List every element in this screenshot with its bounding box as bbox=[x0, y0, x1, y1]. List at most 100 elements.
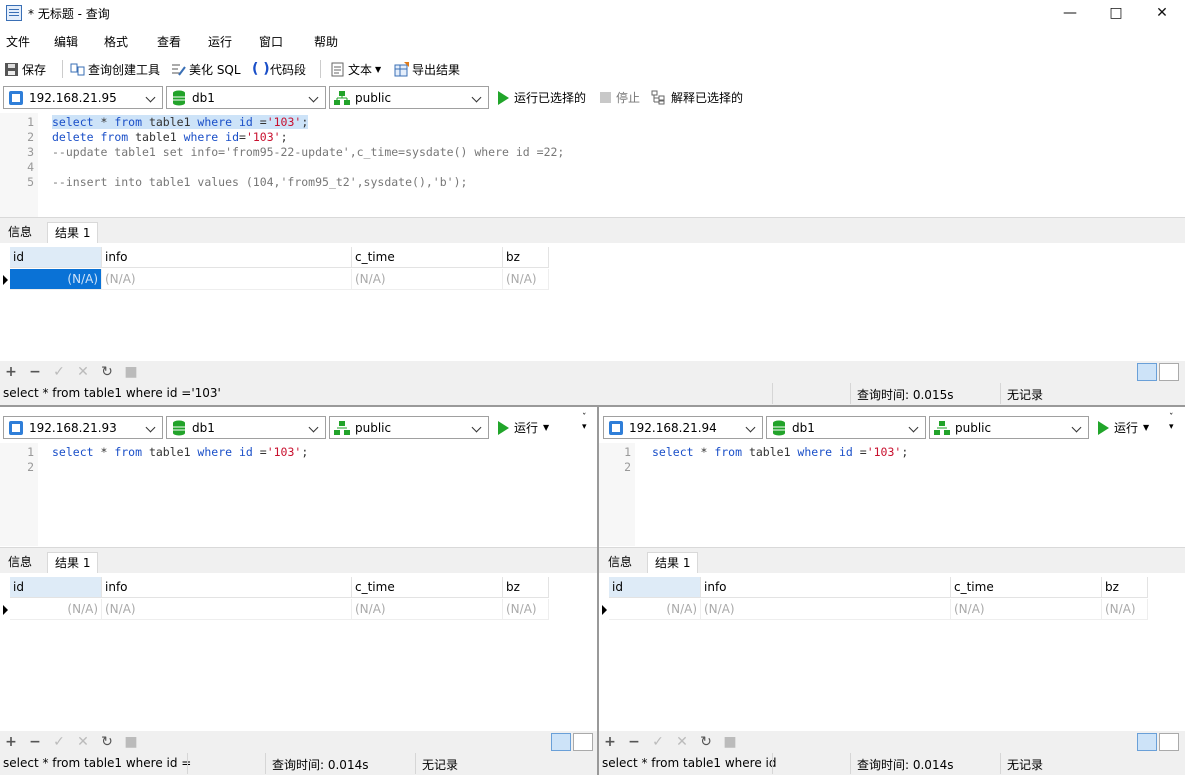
column-header-c-time[interactable]: c_time bbox=[352, 577, 503, 598]
apply-check-icon[interactable]: ✓ bbox=[52, 365, 66, 379]
split-divider-horizontal[interactable] bbox=[0, 405, 1185, 407]
delete-row-icon[interactable]: − bbox=[28, 365, 42, 379]
table-cell[interactable]: (N/A) bbox=[352, 269, 503, 290]
database-select[interactable]: db1 bbox=[166, 86, 326, 109]
grid-view-toggle[interactable] bbox=[1137, 733, 1157, 751]
menu-view[interactable]: 查看 bbox=[157, 33, 181, 50]
status-divider bbox=[850, 753, 851, 774]
overflow-chevron-icon[interactable]: ˇ ▾ bbox=[1169, 414, 1174, 432]
connection-select[interactable]: 192.168.21.93 bbox=[3, 416, 163, 439]
grid-view-toggle[interactable] bbox=[1137, 363, 1157, 381]
save-button[interactable]: 保存 bbox=[4, 60, 46, 78]
result-grid: id info c_time bz (N/A) (N/A) (N/A) (N/A… bbox=[0, 573, 597, 731]
schema-select[interactable]: public bbox=[329, 86, 489, 109]
schema-select[interactable]: public bbox=[929, 416, 1089, 439]
stop-icon[interactable]: ■ bbox=[124, 365, 138, 379]
table-cell[interactable]: (N/A) bbox=[701, 599, 951, 620]
refresh-icon[interactable]: ↻ bbox=[100, 735, 114, 749]
explain-selected-button[interactable]: 解释已选择的 bbox=[651, 86, 743, 109]
column-header-id[interactable]: id bbox=[609, 577, 701, 598]
result-grid: id info c_time bz (N/A) (N/A) (N/A) (N/A… bbox=[0, 243, 1185, 361]
table-cell[interactable]: (N/A) bbox=[352, 599, 503, 620]
overflow-chevron-icon[interactable]: ˇ ▾ bbox=[582, 414, 587, 432]
form-view-toggle[interactable] bbox=[1159, 733, 1179, 751]
close-button[interactable]: ✕ bbox=[1139, 0, 1185, 27]
sql-editor-right[interactable]: 1 2 select * from table1 where id ='103'… bbox=[599, 443, 1185, 546]
query-builder-button[interactable]: 查询创建工具 bbox=[70, 60, 160, 78]
server-icon bbox=[8, 90, 24, 106]
tab-result-1[interactable]: 结果 1 bbox=[47, 222, 99, 244]
delete-row-icon[interactable]: − bbox=[627, 735, 641, 749]
refresh-icon[interactable]: ↻ bbox=[100, 365, 114, 379]
status-bar: select * from table1 where id 查询时间: 0.01… bbox=[599, 753, 1185, 775]
database-name: db1 bbox=[192, 420, 215, 435]
table-cell[interactable]: (N/A) bbox=[10, 599, 102, 620]
menu-window[interactable]: 窗口 bbox=[259, 33, 283, 50]
delete-row-icon[interactable]: − bbox=[28, 735, 42, 749]
column-header-info[interactable]: info bbox=[102, 577, 352, 598]
status-sql: select * from table1 where id ='103' bbox=[3, 386, 221, 400]
discard-x-icon[interactable]: ✕ bbox=[76, 735, 90, 749]
tab-result-1[interactable]: 结果 1 bbox=[47, 552, 99, 574]
column-header-info[interactable]: info bbox=[102, 247, 352, 268]
run-selected-button[interactable]: 运行已选择的 bbox=[498, 86, 586, 109]
column-header-bz[interactable]: bz bbox=[1102, 577, 1148, 598]
menu-edit[interactable]: 编辑 bbox=[54, 33, 78, 50]
connection-select[interactable]: 192.168.21.94 bbox=[603, 416, 763, 439]
stop-icon[interactable]: ■ bbox=[723, 735, 737, 749]
refresh-icon[interactable]: ↻ bbox=[699, 735, 713, 749]
run-button[interactable]: 运行 ▼ bbox=[498, 416, 549, 439]
table-cell[interactable]: (N/A) bbox=[951, 599, 1102, 620]
text-mode-button[interactable]: 文本 ▼ bbox=[330, 60, 381, 78]
grid-view-toggle[interactable] bbox=[551, 733, 571, 751]
export-result-button[interactable]: 导出结果 bbox=[394, 60, 460, 78]
connection-select[interactable]: 192.168.21.95 bbox=[3, 86, 163, 109]
maximize-button[interactable]: □ bbox=[1093, 0, 1139, 27]
add-row-icon[interactable]: + bbox=[4, 365, 18, 379]
apply-check-icon[interactable]: ✓ bbox=[52, 735, 66, 749]
table-cell[interactable]: (N/A) bbox=[10, 269, 102, 290]
form-view-toggle[interactable] bbox=[1159, 363, 1179, 381]
apply-check-icon[interactable]: ✓ bbox=[651, 735, 665, 749]
beautify-label: 美化 SQL bbox=[189, 62, 241, 77]
menu-help[interactable]: 帮助 bbox=[314, 33, 338, 50]
tab-info[interactable]: 信息 bbox=[1, 552, 39, 574]
tab-info[interactable]: 信息 bbox=[1, 222, 39, 244]
chevron-down-icon bbox=[307, 91, 321, 105]
table-cell[interactable]: (N/A) bbox=[102, 599, 352, 620]
discard-x-icon[interactable]: ✕ bbox=[675, 735, 689, 749]
sql-editor-left[interactable]: 1 2 select * from table1 where id ='103'… bbox=[0, 443, 597, 546]
tab-info[interactable]: 信息 bbox=[601, 552, 639, 574]
table-cell[interactable]: (N/A) bbox=[1102, 599, 1148, 620]
column-header-c-time[interactable]: c_time bbox=[951, 577, 1102, 598]
menu-run[interactable]: 运行 bbox=[208, 33, 232, 50]
table-cell[interactable]: (N/A) bbox=[609, 599, 701, 620]
tab-result-1[interactable]: 结果 1 bbox=[647, 552, 699, 574]
column-header-c-time[interactable]: c_time bbox=[352, 247, 503, 268]
form-view-toggle[interactable] bbox=[573, 733, 593, 751]
column-header-bz[interactable]: bz bbox=[503, 577, 549, 598]
column-header-id[interactable]: id bbox=[10, 577, 102, 598]
column-header-bz[interactable]: bz bbox=[503, 247, 549, 268]
menu-file[interactable]: 文件 bbox=[6, 33, 30, 50]
line-number: 2 bbox=[27, 460, 34, 474]
table-cell[interactable]: (N/A) bbox=[102, 269, 352, 290]
database-select[interactable]: db1 bbox=[766, 416, 926, 439]
beautify-sql-button[interactable]: 美化 SQL bbox=[171, 60, 241, 78]
stop-button[interactable]: 停止 bbox=[600, 86, 640, 109]
add-row-icon[interactable]: + bbox=[603, 735, 617, 749]
database-select[interactable]: db1 bbox=[166, 416, 326, 439]
schema-select[interactable]: public bbox=[329, 416, 489, 439]
run-button[interactable]: 运行 ▼ bbox=[1098, 416, 1149, 439]
stop-icon[interactable]: ■ bbox=[124, 735, 138, 749]
table-cell[interactable]: (N/A) bbox=[503, 269, 549, 290]
table-cell[interactable]: (N/A) bbox=[503, 599, 549, 620]
code-snippet-button[interactable]: ( ) 代码段 bbox=[252, 60, 306, 78]
menu-format[interactable]: 格式 bbox=[104, 33, 128, 50]
discard-x-icon[interactable]: ✕ bbox=[76, 365, 90, 379]
column-header-info[interactable]: info bbox=[701, 577, 951, 598]
add-row-icon[interactable]: + bbox=[4, 735, 18, 749]
sql-editor-main[interactable]: 1 2 3 4 5 select * from table1 where id … bbox=[0, 113, 1185, 217]
minimize-button[interactable]: — bbox=[1047, 0, 1093, 27]
column-header-id[interactable]: id bbox=[10, 247, 102, 268]
